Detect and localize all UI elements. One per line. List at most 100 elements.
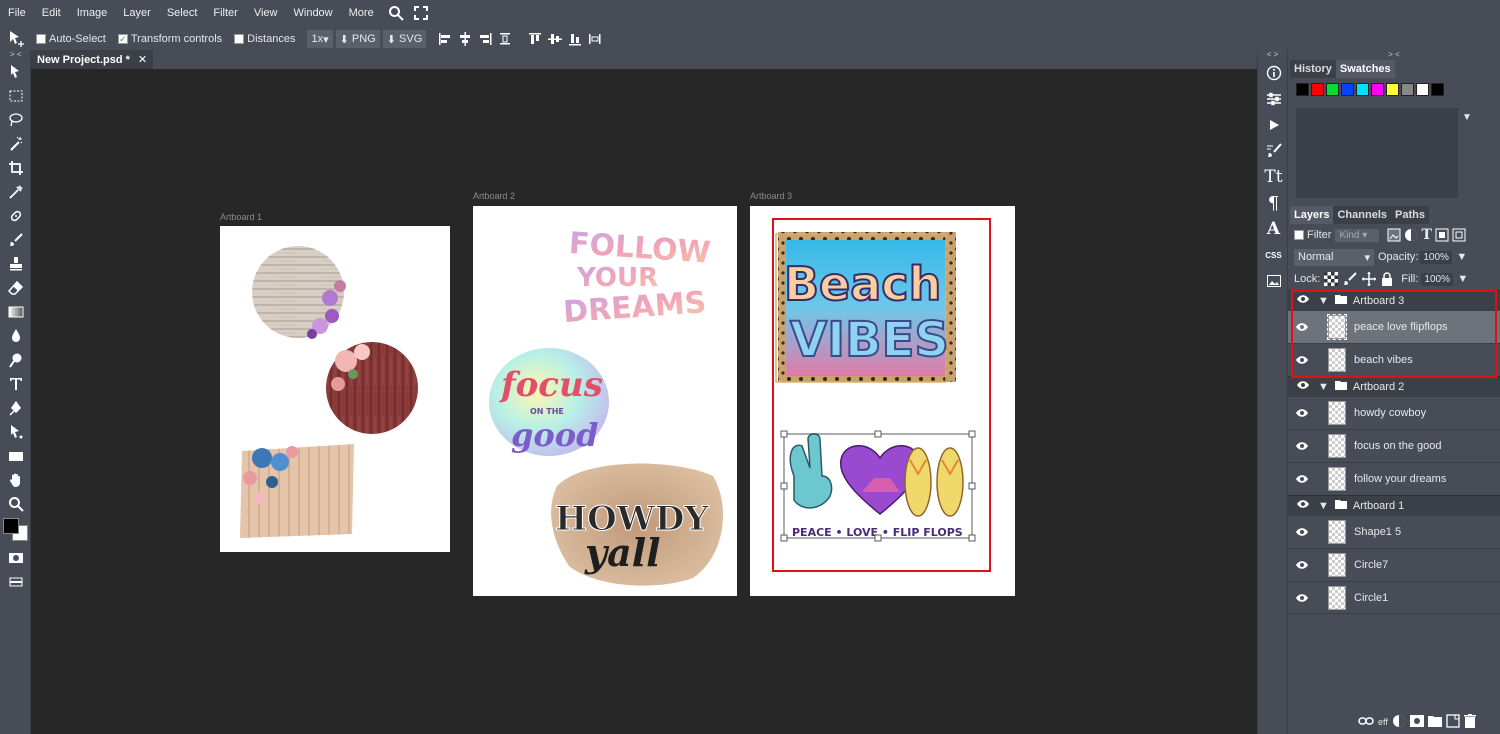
menu-select[interactable]: Select bbox=[159, 1, 206, 25]
move-tool-icon[interactable] bbox=[8, 30, 26, 48]
magic-wand-tool-icon[interactable] bbox=[0, 132, 31, 156]
eraser-tool-icon[interactable] bbox=[0, 276, 31, 300]
menu-edit[interactable]: Edit bbox=[34, 1, 69, 25]
swatch-8[interactable] bbox=[1416, 83, 1429, 96]
glyphs-icon[interactable]: A bbox=[1258, 216, 1289, 242]
artboard-1-label[interactable]: Artboard 1 bbox=[220, 212, 262, 222]
new-group-icon[interactable] bbox=[1427, 715, 1442, 729]
menu-more[interactable]: More bbox=[341, 1, 382, 25]
type-tool-icon[interactable] bbox=[0, 372, 31, 396]
swatch-3[interactable] bbox=[1341, 83, 1354, 96]
filter-pixel-icon[interactable] bbox=[1387, 228, 1401, 242]
swatch-0[interactable] bbox=[1296, 83, 1309, 96]
eye-icon[interactable] bbox=[1288, 560, 1316, 570]
expand-strip-icon[interactable]: < > bbox=[1258, 50, 1287, 60]
color-swatches[interactable] bbox=[0, 516, 31, 546]
css-icon[interactable]: CSS bbox=[1258, 242, 1289, 268]
align-left-icon[interactable] bbox=[437, 31, 457, 47]
collapse-panel-icon[interactable]: > < bbox=[1288, 50, 1500, 60]
swatch-9[interactable] bbox=[1431, 83, 1444, 96]
artboard-3-label[interactable]: Artboard 3 bbox=[750, 191, 792, 201]
layer-follow-your-dreams[interactable]: follow your dreams bbox=[1288, 462, 1500, 495]
stamp-tool-icon[interactable] bbox=[0, 252, 31, 276]
lock-all-icon[interactable] bbox=[1381, 272, 1393, 286]
menu-file[interactable]: File bbox=[0, 1, 34, 25]
expand-triangle-icon[interactable]: ▼ bbox=[1318, 500, 1329, 512]
export-scale-select[interactable]: 1x ▾ bbox=[307, 30, 333, 48]
link-layers-icon[interactable] bbox=[1358, 716, 1374, 728]
image-icon[interactable] bbox=[1258, 268, 1289, 294]
layer-effects-icon[interactable]: eff bbox=[1378, 717, 1388, 727]
foreground-color[interactable] bbox=[3, 518, 19, 534]
export-png-button[interactable]: ⬇ PNG bbox=[335, 30, 380, 48]
character-icon[interactable]: Tt bbox=[1258, 164, 1289, 190]
eye-icon[interactable] bbox=[1288, 474, 1316, 484]
align-center-h-icon[interactable] bbox=[457, 31, 477, 47]
layer-shape1-5[interactable]: Shape1 5 bbox=[1288, 515, 1500, 548]
pen-tool-icon[interactable] bbox=[0, 396, 31, 420]
fill-input[interactable]: 100% bbox=[1421, 272, 1454, 286]
tab-history[interactable]: History bbox=[1290, 60, 1336, 78]
trash-icon[interactable] bbox=[1463, 714, 1476, 730]
export-svg-button[interactable]: ⬇ SVG bbox=[382, 30, 427, 48]
screen-mode-icon[interactable] bbox=[0, 570, 31, 594]
search-icon[interactable] bbox=[385, 2, 407, 24]
path-select-tool-icon[interactable] bbox=[0, 420, 31, 444]
distances-option[interactable]: Distances bbox=[234, 33, 295, 45]
filter-checkbox[interactable] bbox=[1294, 230, 1304, 240]
menu-view[interactable]: View bbox=[246, 1, 286, 25]
filter-adjustment-icon[interactable] bbox=[1404, 228, 1418, 242]
zoom-tool-icon[interactable] bbox=[0, 492, 31, 516]
align-middle-icon[interactable] bbox=[547, 31, 567, 47]
lasso-tool-icon[interactable] bbox=[0, 108, 31, 132]
swatch-1[interactable] bbox=[1311, 83, 1324, 96]
actions-play-icon[interactable] bbox=[1258, 112, 1289, 138]
distribute-v-icon[interactable] bbox=[587, 31, 607, 47]
tab-channels[interactable]: Channels bbox=[1333, 206, 1391, 224]
adjustment-layer-icon[interactable] bbox=[1392, 714, 1406, 730]
fill-dropdown-icon[interactable]: ▼ bbox=[1457, 273, 1468, 285]
adjustments-icon[interactable] bbox=[1258, 86, 1289, 112]
swatch-5[interactable] bbox=[1371, 83, 1384, 96]
layer-mask-icon[interactable] bbox=[1409, 715, 1424, 729]
artboard-2-label[interactable]: Artboard 2 bbox=[473, 191, 515, 201]
kind-select[interactable]: Kind ▾ bbox=[1335, 228, 1380, 242]
artboard-3[interactable]: Beach VIBES PEACE • LOVE • FLIP FLOPS bbox=[750, 206, 1015, 596]
menu-image[interactable]: Image bbox=[69, 1, 116, 25]
opacity-dropdown-icon[interactable]: ▼ bbox=[1456, 251, 1467, 263]
gradient-tool-icon[interactable] bbox=[0, 300, 31, 324]
layer-focus-on-the-good[interactable]: focus on the good bbox=[1288, 429, 1500, 462]
distances-checkbox[interactable] bbox=[234, 34, 245, 44]
hand-tool-icon[interactable] bbox=[0, 468, 31, 492]
swatch-7[interactable] bbox=[1401, 83, 1414, 96]
layer-group-artboard-2[interactable]: ▼ Artboard 2 bbox=[1288, 376, 1500, 396]
layer-circle1[interactable]: Circle1 bbox=[1288, 581, 1500, 614]
shape-tool-icon[interactable] bbox=[0, 444, 31, 468]
swatch-6[interactable] bbox=[1386, 83, 1399, 96]
healing-brush-tool-icon[interactable] bbox=[0, 204, 31, 228]
panel-menu-icon[interactable]: ▼ bbox=[1462, 112, 1472, 123]
eye-icon[interactable] bbox=[1288, 441, 1316, 451]
brush-settings-icon[interactable] bbox=[1258, 138, 1289, 164]
swatch-4[interactable] bbox=[1356, 83, 1369, 96]
lock-transparency-icon[interactable] bbox=[1324, 272, 1339, 286]
layer-group-artboard-1[interactable]: ▼ Artboard 1 bbox=[1288, 495, 1500, 515]
filter-shape-icon[interactable] bbox=[1435, 228, 1449, 242]
new-layer-icon[interactable] bbox=[1446, 714, 1460, 730]
document-tab[interactable]: New Project.psd * ✕ bbox=[31, 50, 154, 69]
menu-window[interactable]: Window bbox=[286, 1, 341, 25]
brush-tool-icon[interactable] bbox=[0, 228, 31, 252]
eye-icon[interactable] bbox=[1288, 527, 1316, 537]
layer-howdy-cowboy[interactable]: howdy cowboy bbox=[1288, 396, 1500, 429]
blend-mode-select[interactable]: Normal ▾ bbox=[1294, 248, 1374, 266]
swatch-2[interactable] bbox=[1326, 83, 1339, 96]
align-top-icon[interactable] bbox=[527, 31, 547, 47]
move-tool-icon[interactable] bbox=[0, 60, 31, 84]
tab-layers[interactable]: Layers bbox=[1290, 206, 1334, 224]
eye-icon[interactable] bbox=[1288, 593, 1316, 603]
eye-icon[interactable] bbox=[1296, 499, 1310, 512]
close-icon[interactable]: ✕ bbox=[138, 53, 147, 66]
quick-mask-icon[interactable] bbox=[0, 546, 31, 570]
filter-smart-object-icon[interactable] bbox=[1452, 228, 1466, 242]
auto-select-checkbox[interactable] bbox=[36, 34, 46, 44]
